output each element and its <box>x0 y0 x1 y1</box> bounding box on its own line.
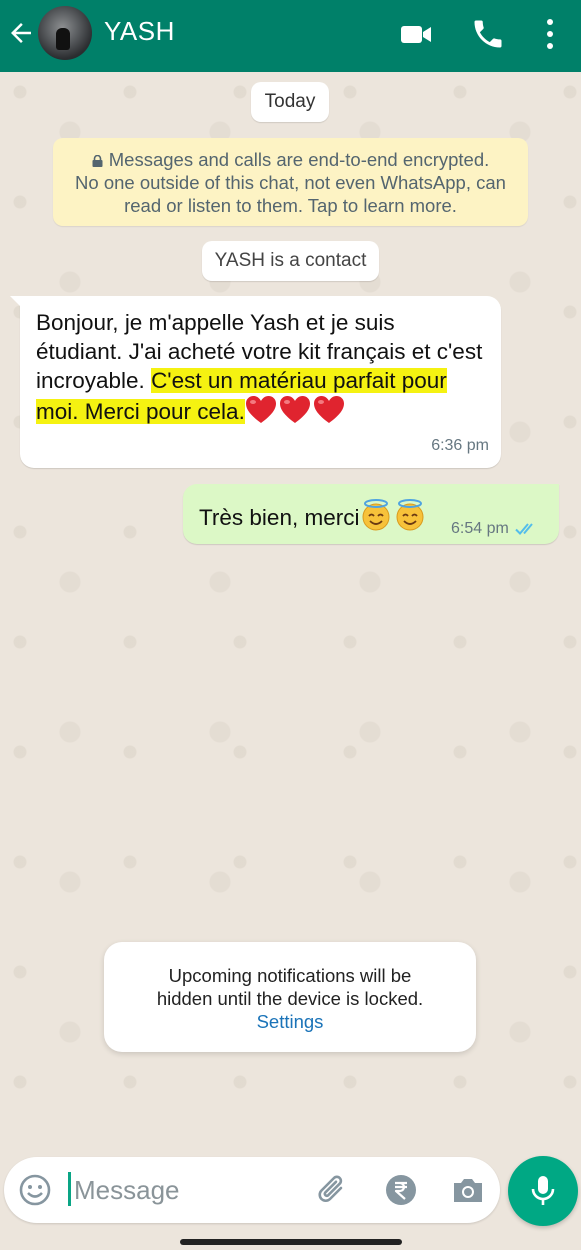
microphone-button[interactable] <box>508 1156 578 1226</box>
date-chip: Today <box>251 82 329 122</box>
encryption-line-1: Messages and calls are end-to-end encryp… <box>108 149 490 170</box>
phone-icon[interactable] <box>470 16 506 52</box>
video-call-icon[interactable] <box>398 16 434 52</box>
toast-line-2: hidden until the device is locked. <box>156 988 424 1009</box>
microphone-icon <box>531 1176 555 1205</box>
message-input[interactable] <box>74 1167 294 1213</box>
message-time: 6:36 pm <box>431 437 489 454</box>
contact-name[interactable]: YASH <box>104 16 175 47</box>
toast-line-1: Upcoming notifications will be <box>168 965 412 986</box>
smiling-face-with-halo-icon <box>396 499 424 531</box>
emoji-icon[interactable] <box>18 1173 52 1207</box>
outgoing-message[interactable]: Très bien, merci 6:54 pm <box>183 484 559 544</box>
heart-icon <box>313 396 344 423</box>
heart-icon <box>279 396 310 423</box>
more-vertical-icon[interactable] <box>538 16 562 52</box>
lock-icon <box>92 155 103 167</box>
smiling-face-with-halo-icon <box>362 499 390 531</box>
message-composer <box>4 1157 500 1223</box>
settings-link[interactable]: Settings <box>104 1010 476 1033</box>
text-cursor <box>68 1172 71 1206</box>
arrow-left-icon[interactable] <box>6 18 36 48</box>
double-check-icon <box>515 523 533 535</box>
encryption-line-2: No one outside of this chat, not even Wh… <box>75 172 506 193</box>
encryption-line-3: read or listen to them. Tap to learn mor… <box>124 195 457 216</box>
message-meta: 6:54 pm <box>451 520 539 538</box>
contact-chip: YASH is a contact <box>202 241 379 281</box>
avatar[interactable] <box>38 6 92 60</box>
message-time: 6:54 pm <box>451 520 509 537</box>
incoming-message[interactable]: Bonjour, je m'appelle Yash et je suis ét… <box>10 296 501 468</box>
chat-header: YASH <box>0 0 581 72</box>
paperclip-icon[interactable] <box>316 1173 350 1207</box>
notification-toast: Upcoming notifications will be hidden un… <box>104 942 476 1052</box>
heart-emojis <box>245 395 345 425</box>
rupee-icon[interactable] <box>385 1174 417 1206</box>
gesture-nav-bar[interactable] <box>180 1239 402 1245</box>
heart-icon <box>245 396 276 423</box>
angel-emojis <box>359 498 427 532</box>
camera-icon[interactable] <box>450 1173 486 1207</box>
message-text: Très bien, merci <box>199 505 360 530</box>
encryption-notice[interactable]: Messages and calls are end-to-end encryp… <box>53 138 528 226</box>
